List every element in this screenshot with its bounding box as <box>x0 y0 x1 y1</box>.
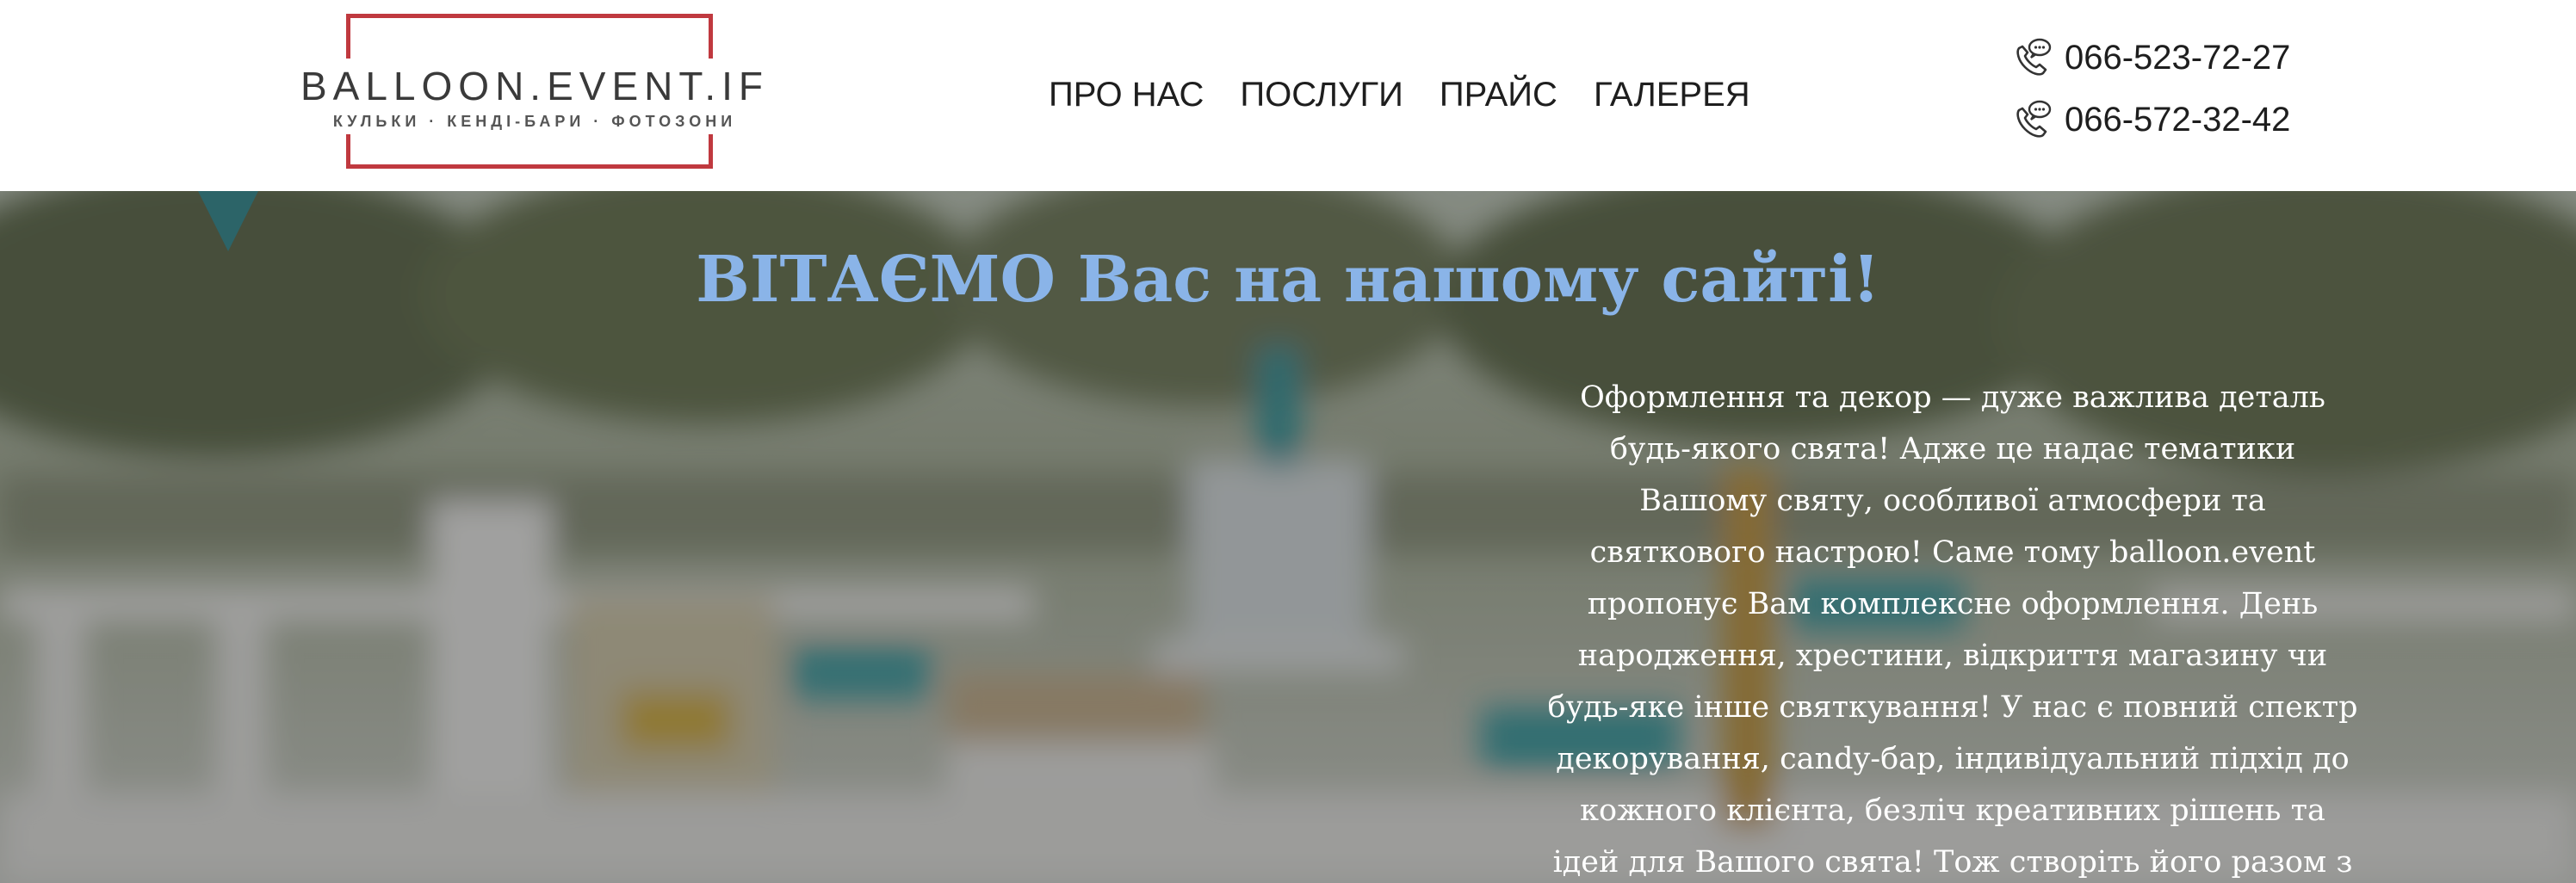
phone-list: 066-523-72-27 066-572-32-42 <box>2011 31 2390 155</box>
hero-text-line: будь-яке інше святкування! У нас є повни… <box>1547 690 2358 725</box>
nav-price[interactable]: ПРАЙС <box>1440 76 1557 114</box>
hero-text-line: ідей для Вашого свята! Тож створіть його… <box>1552 845 2353 880</box>
hero-text-line: кожного клієнта, безліч креативних рішен… <box>1580 793 2325 828</box>
hero-text-line: пропонує Вам комплексне оформлення. День <box>1587 587 2319 621</box>
phone-chat-icon <box>2016 100 2052 138</box>
nav-about[interactable]: ПРО НАС <box>1049 76 1204 114</box>
hero-text-line: будь-якого свята! Адже це надає тематики <box>1609 432 2296 466</box>
phone-number: 066-523-72-27 <box>2065 38 2291 77</box>
main-nav: ПРО НАС ПОСЛУГИ ПРАЙС ГАЛЕРЕЯ <box>1049 69 1750 120</box>
phone-number: 066-572-32-42 <box>2065 100 2291 139</box>
nav-gallery[interactable]: ГАЛЕРЕЯ <box>1594 76 1750 114</box>
phone-chat-icon <box>2016 38 2052 76</box>
logo-subtitle: КУЛЬКИ · КЕНДІ-БАРИ · ФОТОЗОНИ <box>289 108 780 134</box>
phone-link-2[interactable]: 066-572-32-42 <box>2011 93 2390 146</box>
hero-text-line: святкового настрою! Саме тому balloon.ev… <box>1589 535 2316 570</box>
hero-title: ВІТАЄМО Вас на нашому сайті! <box>696 243 1880 317</box>
hero-text-line: декорування, candy-бар, індивідуальний п… <box>1556 742 2350 776</box>
hero-text-line: Оформлення та декор — дуже важлива детал… <box>1580 380 2325 415</box>
site-header: BALLOON.EVENT.IF КУЛЬКИ · КЕНДІ-БАРИ · Ф… <box>0 0 2576 191</box>
hero-description: Оформлення та декор — дуже важлива детал… <box>1522 372 2383 883</box>
logo-title: BALLOON.EVENT.IF <box>289 59 780 114</box>
hero-section: ВІТАЄМО Вас на нашому сайті! Оформлення … <box>0 191 2576 883</box>
phone-link-1[interactable]: 066-523-72-27 <box>2011 31 2390 84</box>
hero-text-line: народження, хрестини, відкриття магазину… <box>1577 639 2328 673</box>
site-logo[interactable]: BALLOON.EVENT.IF КУЛЬКИ · КЕНДІ-БАРИ · Ф… <box>289 12 780 176</box>
nav-services[interactable]: ПОСЛУГИ <box>1240 76 1403 114</box>
hero-text-line: Вашому святу, особливої атмосфери та <box>1639 484 2266 518</box>
